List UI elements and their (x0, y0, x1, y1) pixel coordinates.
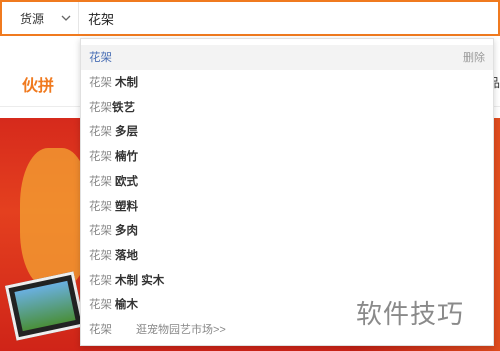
suggestion-keyword: 花架 (89, 151, 112, 164)
nav-item-huopin[interactable]: 伙拼 (22, 72, 54, 96)
suggestion-item[interactable]: 花架 木制 实木 (81, 267, 493, 292)
suggestion-extra: 榆木 (115, 299, 138, 312)
suggestion-keyword: 花架 (89, 52, 112, 65)
search-type-label: 货源 (20, 11, 45, 26)
watermark-text: 软件技巧 (356, 300, 465, 330)
suggestion-extra: 多肉 (115, 225, 138, 238)
suggestion-extra: 塑料 (115, 200, 138, 213)
suggestion-extra: 木制 实木 (115, 274, 165, 287)
delete-history-button[interactable]: 删除 (463, 49, 485, 65)
suggestion-item[interactable]: 花架 楠竹 (81, 144, 493, 169)
suggestion-keyword: 花架 (89, 126, 112, 139)
suggestion-keyword: 花架 (89, 77, 112, 90)
suggestion-item[interactable]: 花架 木制 (81, 70, 493, 95)
divider (78, 2, 79, 34)
search-input[interactable] (88, 6, 468, 30)
suggestion-extra: 楠竹 (115, 151, 138, 164)
suggestion-keyword: 花架 (89, 249, 112, 262)
suggestion-item[interactable]: 花架 多层 (81, 119, 493, 144)
suggestion-keyword: 花架 (89, 299, 112, 312)
search-bar: 货源 (0, 0, 500, 36)
market-link-text[interactable]: 逛宠物园艺市场>> (136, 321, 226, 337)
suggestion-item[interactable]: 花架 多肉 (81, 218, 493, 243)
suggestion-extra: 木制 (115, 77, 138, 90)
suggestion-keyword: 花架 (89, 200, 112, 213)
suggestion-extra: 落地 (115, 249, 138, 262)
suggestion-extra: 欧式 (115, 175, 138, 188)
suggestion-keyword: 花架 (89, 274, 112, 287)
suggestion-keyword: 花架 (89, 101, 112, 114)
suggestion-extra: 多层 (115, 126, 138, 139)
suggestion-keyword: 花架 (89, 175, 112, 188)
banner-tablet-image (4, 271, 86, 341)
search-type-dropdown[interactable]: 货源 (10, 2, 78, 34)
suggestion-extra: 铁艺 (112, 101, 135, 114)
suggestion-item[interactable]: 花架 欧式 (81, 169, 493, 194)
suggestion-item[interactable]: 花架 落地 (81, 243, 493, 268)
suggestion-keyword: 花架 (89, 225, 112, 238)
suggestion-item[interactable]: 花架 铁艺 (81, 94, 493, 119)
suggestion-keyword: 花架 (89, 324, 112, 337)
suggestion-item[interactable]: 花架 塑料 (81, 193, 493, 218)
chevron-down-icon (61, 15, 71, 21)
suggestion-history-item[interactable]: 花架 删除 (81, 45, 493, 70)
